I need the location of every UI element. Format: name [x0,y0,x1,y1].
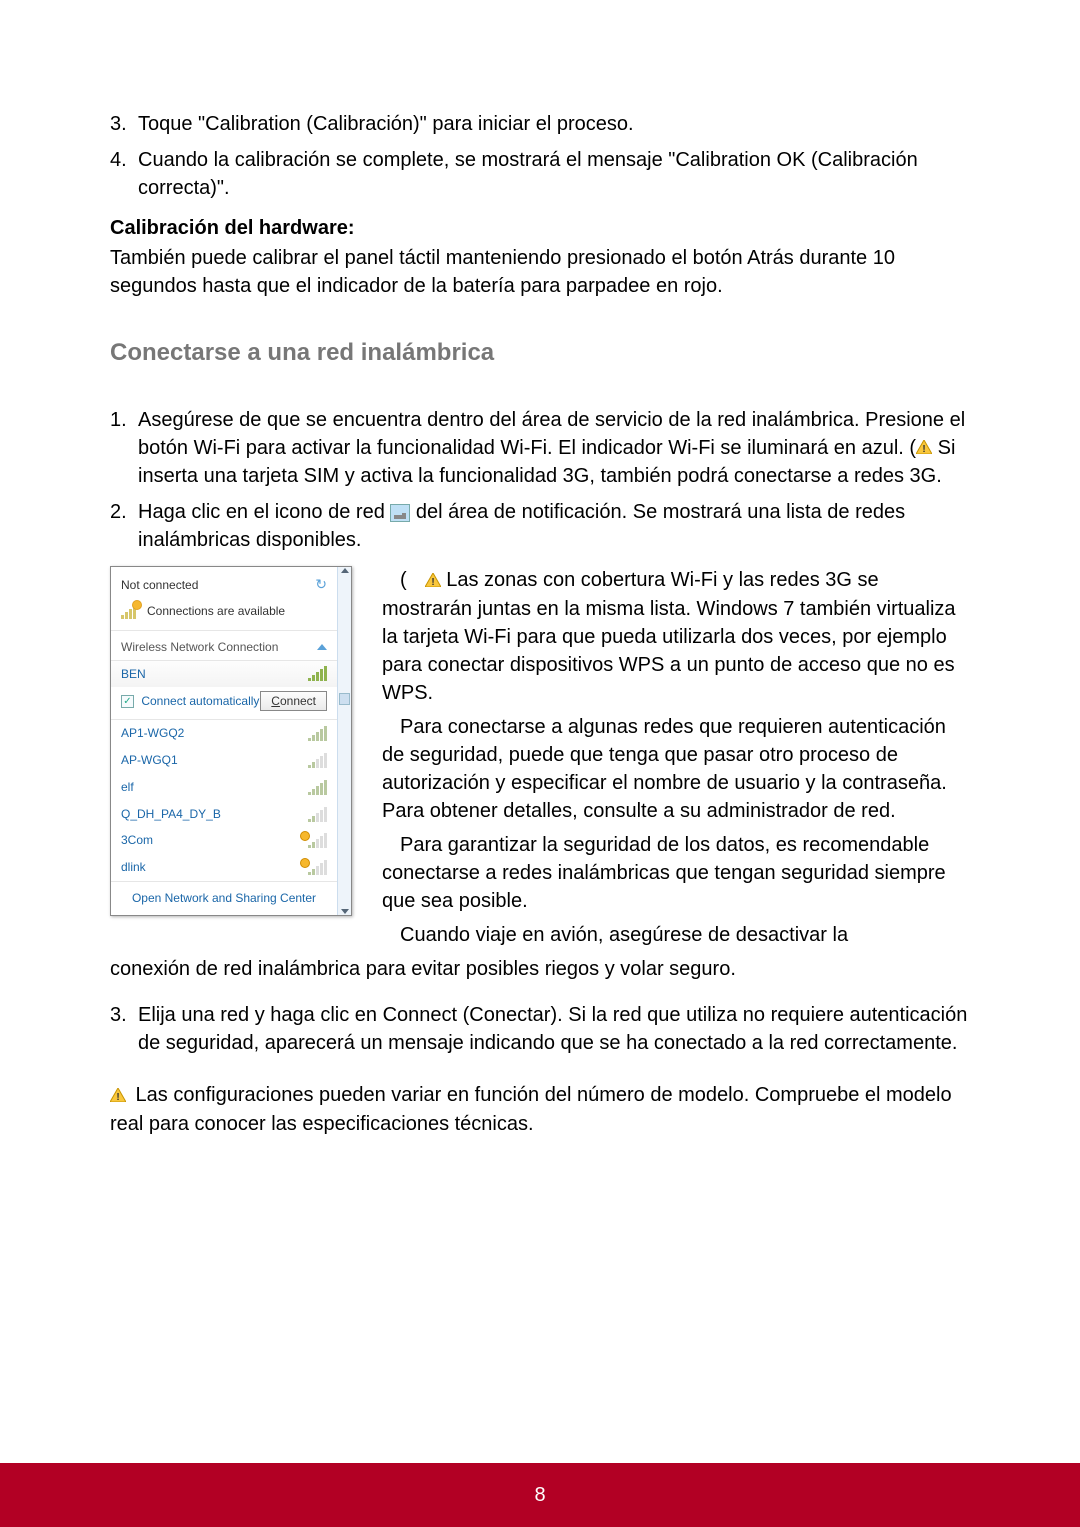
step-number: 4. [110,146,127,174]
popup-footer-link[interactable]: Open Network and Sharing Center [111,881,337,915]
network-tray-icon [390,504,410,522]
auto-connect-wrapper[interactable]: ✓ Connect automatically [121,693,259,710]
step-3: 3. Toque "Calibration (Calibración)" par… [110,110,970,138]
scroll-down-icon[interactable] [341,909,349,914]
scrollbar[interactable] [337,567,351,915]
step-text: Cuando la calibración se complete, se mo… [138,149,918,199]
side-p4: Cuando viaje en avión, asegúrese de desa… [382,921,970,949]
step-number: 2. [110,498,127,526]
step-number: 3. [110,1001,127,1029]
network-name: dlink [121,859,146,876]
popup-available-text: Connections are available [147,603,285,620]
network-name: Q_DH_PA4_DY_B [121,806,221,823]
network-item[interactable]: dlink [111,854,337,881]
continuation-text: conexión de red inalámbrica para evitar … [110,955,970,983]
checkbox-icon[interactable]: ✓ [121,695,134,708]
svg-text:!: ! [922,444,925,454]
wireless-step-3: 3. Elija una red y haga clic en Connect … [110,1001,970,1057]
side-p3: Para garantizar la seguridad de los dato… [382,831,970,915]
step-number: 1. [110,406,127,434]
network-item-selected[interactable]: BEN [111,661,337,688]
network-name: elf [121,779,134,796]
step-text: Toque "Calibration (Calibración)" para i… [138,113,634,135]
popup-section-header[interactable]: Wireless Network Connection [111,631,337,661]
side-p1: (! Las zonas con cobertura Wi-Fi y las r… [382,566,970,707]
wireless-step-2: 2. Haga clic en el icono de red del área… [110,498,970,554]
hardware-calibration-text: También puede calibrar el panel táctil m… [110,244,970,300]
network-item[interactable]: 3Com [111,827,337,854]
network-name: BEN [121,666,146,683]
step-4: 4. Cuando la calibración se complete, se… [110,146,970,202]
network-item[interactable]: Q_DH_PA4_DY_B [111,801,337,828]
warning-icon: ! [407,567,441,595]
popup-status: Not connected [121,577,198,594]
wireless-steps-continued: 3. Elija una red y haga clic en Connect … [110,1001,970,1057]
config-note: ! Las configuraciones pueden variar en f… [110,1081,970,1138]
warning-icon: ! [110,1082,126,1110]
auto-connect-label: Connect automatically [141,694,259,708]
calibration-steps: 3. Toque "Calibration (Calibración)" par… [110,110,970,202]
signal-strength-icon [308,860,327,875]
side-paragraphs: (! Las zonas con cobertura Wi-Fi y las r… [382,566,970,955]
network-item[interactable]: AP1-WGQ2 [111,720,337,747]
warning-icon: ! [916,434,932,462]
svg-text:!: ! [116,1092,119,1102]
network-name: AP1-WGQ2 [121,725,184,742]
chevron-up-icon [317,644,327,650]
signal-strength-icon [308,666,327,681]
network-name: AP-WGQ1 [121,752,178,769]
svg-text:!: ! [431,577,434,587]
wireless-steps: 1. Asegúrese de que se encuentra dentro … [110,406,970,555]
signal-strength-icon [308,726,327,741]
connect-button[interactable]: Connect [260,691,327,711]
scroll-thumb[interactable] [339,693,350,705]
signal-strength-icon [308,833,327,848]
signal-strength-icon [308,753,327,768]
side-p2: Para conectarse a algunas redes que requ… [382,713,970,825]
step-text: Asegúrese de que se encuentra dentro del… [138,409,965,488]
signal-availability-icon [121,603,139,619]
network-item[interactable]: elf [111,774,337,801]
refresh-icon[interactable]: ↻ [315,575,327,595]
step-number: 3. [110,110,127,138]
step-text: Haga clic en el icono de red del área de… [138,501,905,551]
signal-strength-icon [308,780,327,795]
network-item[interactable]: AP-WGQ1 [111,747,337,774]
connect-row: ✓ Connect automatically Connect [111,687,337,720]
signal-strength-icon [308,807,327,822]
page-footer: 8 [0,1463,1080,1527]
popup-available-row: Connections are available [111,599,337,631]
page-number: 8 [534,1484,545,1507]
scroll-track[interactable] [338,573,351,909]
step-text: Elija una red y haga clic en Connect (Co… [138,1004,967,1054]
network-name: 3Com [121,832,153,849]
section-title: Conectarse a una red inalámbrica [110,336,970,370]
wireless-step-1: 1. Asegúrese de que se encuentra dentro … [110,406,970,491]
wifi-popup: Not connected ↻ Connections are availabl… [110,566,352,916]
hardware-calibration-heading: Calibración del hardware: [110,214,970,242]
popup-status-row: Not connected ↻ [111,567,337,599]
